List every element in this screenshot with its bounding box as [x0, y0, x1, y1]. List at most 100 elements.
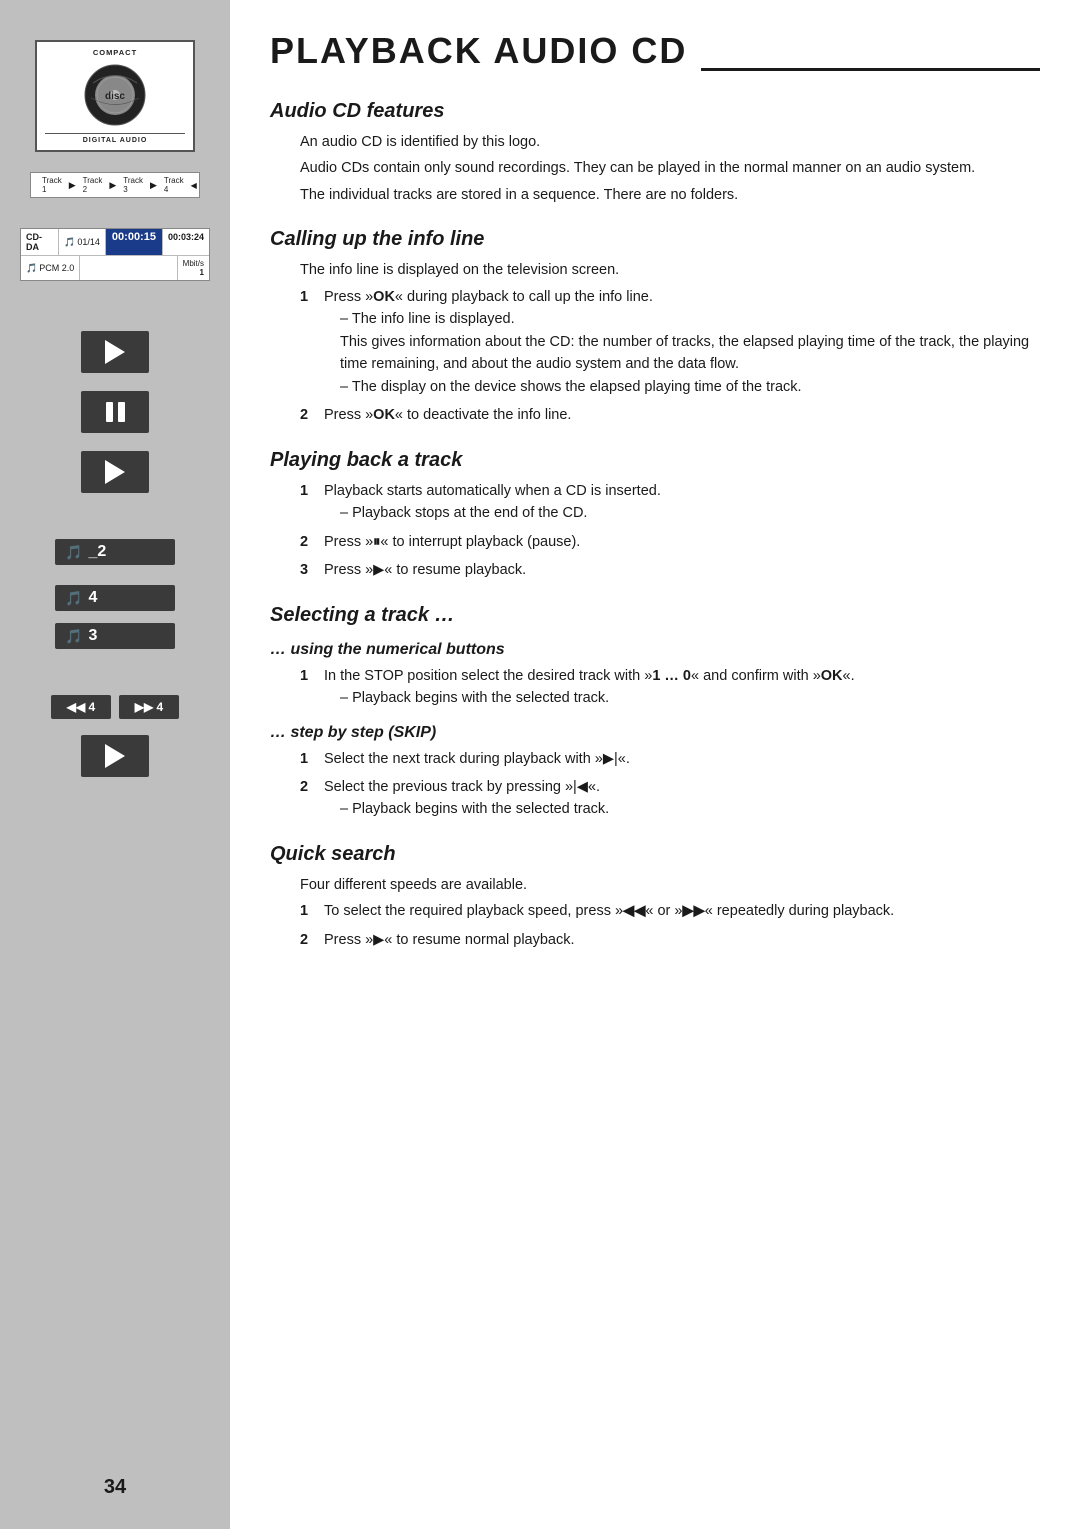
numerical-step1: 1 In the STOP position select the desire…	[300, 665, 1040, 710]
track-num-display-3: 🎵 3	[55, 623, 175, 649]
qs-step2-main: Press »▶« to resume normal playback.	[324, 932, 575, 948]
skip-step-num-2: 2	[300, 776, 316, 821]
track-bar-t2: Track 2	[80, 176, 106, 194]
playing-back-step3: 3 Press »▶« to resume playback.	[300, 559, 1040, 581]
track-bar-t3: Track 3	[120, 176, 146, 194]
pb-step-num-1: 1	[300, 480, 316, 525]
info-cell-track-num: 🎵 01/14	[59, 229, 106, 255]
pause-button-section	[18, 391, 212, 439]
qs-step-num-1: 1	[300, 900, 316, 922]
calling-info-step1-sub3: – The display on the device shows the el…	[340, 376, 1040, 398]
calling-info-step1: 1 Press »OK« during playback to call up …	[300, 286, 1040, 398]
audio-cd-para2: Audio CDs contain only sound recordings.…	[300, 157, 1040, 179]
play-resume-button-section	[18, 451, 212, 499]
info-cell-cdda: CD-DA	[21, 229, 59, 255]
calling-info-intro: The info line is displayed on the televi…	[300, 259, 1040, 281]
info-cell-empty	[80, 256, 177, 280]
play-resume-button-icon[interactable]	[81, 451, 149, 493]
info-cell-pcm: 🎵 PCM 2.0	[21, 256, 80, 280]
track-bar-t4: Track 4	[161, 176, 187, 194]
calling-info-step2: 2 Press »OK« to deactivate the info line…	[300, 404, 1040, 426]
skip-step2: 2 Select the previous track by pressing …	[300, 776, 1040, 821]
play-resume-bottom-icon[interactable]	[81, 735, 149, 777]
section-playing-back-title: Playing back a track	[270, 449, 1040, 472]
calling-info-step2-main: Press »OK« to deactivate the info line.	[324, 407, 571, 423]
track-num-display-1: 🎵 _2	[55, 539, 175, 565]
pause-bars	[106, 402, 125, 422]
play-resume-triangle	[105, 460, 125, 484]
skip-step1-main: Select the next track during playback wi…	[324, 751, 630, 767]
section-calling-info-title: Calling up the info line	[270, 228, 1040, 251]
track-num-value-2: 4	[88, 589, 97, 607]
track-icon-1: 🎵	[65, 544, 82, 561]
cd-logo-bottom-text: DIGITAL AUDIO	[45, 133, 185, 144]
info-cell-time-remaining: 00:03:24	[163, 229, 209, 255]
play-resume-bottom-triangle	[105, 744, 125, 768]
playing-back-step1-main: Playback starts automatically when a CD …	[324, 483, 661, 499]
playing-back-step2-main: Press »⏸« to interrupt playback (pause).	[324, 534, 580, 550]
quick-search-row: ◀◀ 4 ▶▶ 4	[51, 695, 179, 719]
info-display-box: CD-DA 🎵 01/14 00:00:15 00:03:24 🎵 PCM 2.…	[20, 228, 210, 281]
pause-button-icon[interactable]	[81, 391, 149, 433]
track-num-value-3: 3	[88, 627, 97, 645]
section-quick-search-title: Quick search	[270, 843, 1040, 866]
audio-cd-para3: The individual tracks are stored in a se…	[300, 184, 1040, 206]
audio-cd-para1: An audio CD is identified by this logo.	[300, 131, 1040, 153]
track-num-section-2-3: 🎵 4 🎵 3	[18, 585, 212, 655]
calling-info-step1-sub1: – The info line is displayed.	[340, 308, 1040, 330]
qs-step1-main: To select the required playback speed, p…	[324, 903, 894, 919]
pause-bar-left	[106, 402, 113, 422]
calling-info-step1-sub2: This gives information about the CD: the…	[340, 331, 1040, 376]
skip-step-num-1: 1	[300, 748, 316, 770]
play-button-icon[interactable]	[81, 331, 149, 373]
cd-logo-box: COMPACT disc DIGITAL AUDIO	[35, 40, 195, 152]
rewind-button[interactable]: ◀◀ 4	[51, 695, 111, 719]
section-audio-cd-features-title: Audio CD features	[270, 100, 1040, 123]
track-num-display-2: 🎵 4	[55, 585, 175, 611]
subsection-numerical-title: … using the numerical buttons	[270, 641, 1040, 659]
skip-step2-main: Select the previous track by pressing »|…	[324, 779, 600, 795]
pause-bar-right	[118, 402, 125, 422]
playing-back-step3-main: Press »▶« to resume playback.	[324, 562, 526, 578]
playing-back-step1: 1 Playback starts automatically when a C…	[300, 480, 1040, 525]
play-resume-bottom-section	[18, 735, 212, 783]
track-icon-2: 🎵	[65, 590, 82, 607]
qs-step1: 1 To select the required playback speed,…	[300, 900, 1040, 922]
page-title-line	[701, 68, 1040, 71]
numerical-step1-sub: – Playback begins with the selected trac…	[340, 687, 1040, 709]
pb-step-num-3: 3	[300, 559, 316, 581]
info-cell-time-elapsed: 00:00:15	[106, 229, 163, 255]
cd-logo-top-text: COMPACT	[93, 48, 137, 57]
num-step-num-1: 1	[300, 665, 316, 710]
page-number: 34	[104, 1446, 126, 1499]
info-display-row2: 🎵 PCM 2.0 Mbit/s 1	[21, 256, 209, 280]
cd-disc-icon: disc	[83, 63, 147, 127]
playing-back-step1-sub: – Playback stops at the end of the CD.	[340, 502, 1040, 524]
track-bar-box: Track 1 ▶ Track 2 ▶ Track 3 ▶ Track 4 ◀	[30, 172, 200, 198]
subsection-skip-title: … step by step (SKIP)	[270, 724, 1040, 742]
track-bar-t1: Track 1	[39, 176, 65, 194]
info-cell-mbit: Mbit/s 1	[178, 256, 209, 280]
info-display-row1: CD-DA 🎵 01/14 00:00:15 00:03:24	[21, 229, 209, 256]
main-content: PLAYBACK AUDIO CD Audio CD features An a…	[230, 0, 1080, 1529]
track-icon-3: 🎵	[65, 628, 82, 645]
playing-back-step2: 2 Press »⏸« to interrupt playback (pause…	[300, 531, 1040, 553]
calling-info-step1-main: Press »OK« during playback to call up th…	[324, 289, 653, 305]
pb-step-num-2: 2	[300, 531, 316, 553]
sidebar: COMPACT disc DIGITAL AUDIO Track 1 ▶ Tra…	[0, 0, 230, 1529]
qs-step-num-2: 2	[300, 929, 316, 951]
step-num-2: 2	[300, 404, 316, 426]
play-button-section	[18, 331, 212, 379]
numerical-step1-main: In the STOP position select the desired …	[324, 668, 855, 684]
skip-step1: 1 Select the next track during playback …	[300, 748, 1040, 770]
svg-text:disc: disc	[105, 91, 125, 102]
qs-step2: 2 Press »▶« to resume normal playback.	[300, 929, 1040, 951]
step-num-1: 1	[300, 286, 316, 398]
forward-button[interactable]: ▶▶ 4	[119, 695, 179, 719]
page-title: PLAYBACK AUDIO CD	[270, 30, 687, 72]
track-num-value-1: _2	[88, 543, 106, 561]
quick-search-intro: Four different speeds are available.	[300, 874, 1040, 896]
skip-step2-sub: – Playback begins with the selected trac…	[340, 798, 1040, 820]
play-triangle	[105, 340, 125, 364]
section-selecting-track-title: Selecting a track …	[270, 604, 1040, 627]
